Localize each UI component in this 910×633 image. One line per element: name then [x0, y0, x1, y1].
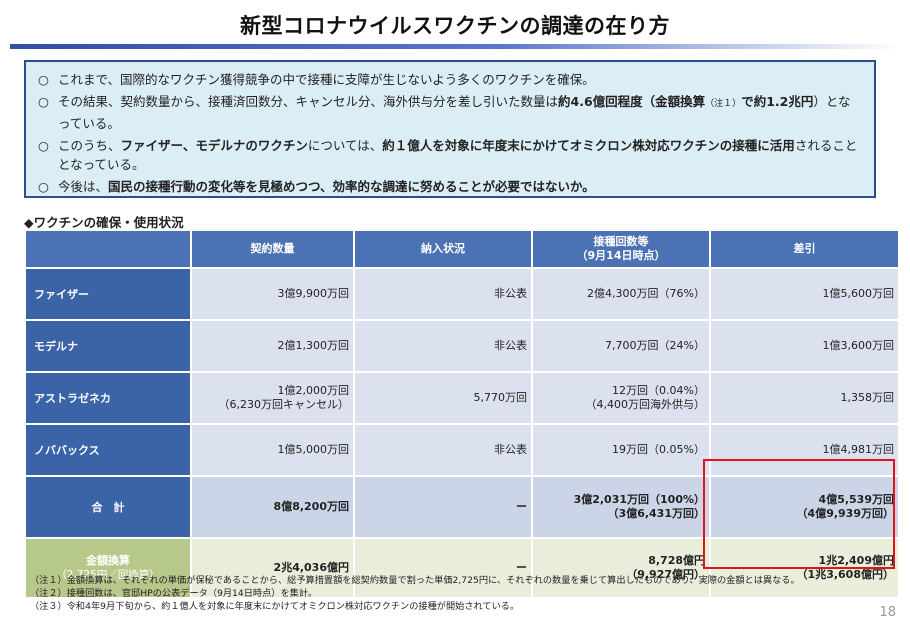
row-label-novavax: ノババックス [26, 425, 190, 475]
cell-delivery: 非公表 [355, 321, 531, 371]
vaccine-table: 契約数量 納入状況 接種回数等 （9月14日時点） 差引 ファイザー 3億9,90… [24, 229, 900, 599]
table-row: ノババックス 1億5,000万回 非公表 19万回（0.05%） 1億4,981… [26, 425, 898, 475]
cell-contract: 1億2,000万回 （6,230万回キャンセル） [192, 373, 353, 423]
page-number: 18 [879, 605, 896, 620]
cell-diff: 1億4,981万回 [711, 425, 898, 475]
row-label-astrazeneca: アストラゼネカ [26, 373, 190, 423]
cell-doses: 3億2,031万回（100%） （3億6,431万回） [533, 477, 709, 537]
cell-doses: 19万回（0.05%） [533, 425, 709, 475]
cell-delivery: 非公表 [355, 269, 531, 319]
cell-contract: 8億8,200万回 [192, 477, 353, 537]
table-corner [26, 231, 190, 267]
cell-delivery: 非公表 [355, 425, 531, 475]
page-title: 新型コロナウイルスワクチンの調達の在り方 [240, 14, 670, 38]
cell-contract: 1億5,000万回 [192, 425, 353, 475]
col-header-diff: 差引 [711, 231, 898, 267]
cell-diff: 1億5,600万回 [711, 269, 898, 319]
footnotes: （注１）金額換算は、それぞれの単価が保秘であることから、総予算措置額を総契約数量… [30, 574, 870, 613]
bullet-icon: ○ [38, 72, 49, 87]
footnote-3: （注３）令和4年9月下旬から、約１億人を対象に年度末にかけてオミクロン株対応ワク… [30, 601, 520, 612]
cell-diff: 1,358万回 [711, 373, 898, 423]
cell-contract: 2億1,300万回 [192, 321, 353, 371]
row-label-moderna: モデルナ [26, 321, 190, 371]
title-underline [10, 44, 900, 49]
cell-contract: 3億9,900万回 [192, 269, 353, 319]
cell-diff: 1億3,600万回 [711, 321, 898, 371]
cell-delivery: ー [355, 477, 531, 537]
table-header-row: 契約数量 納入状況 接種回数等 （9月14日時点） 差引 [26, 231, 898, 267]
cell-delivery: 5,770万回 [355, 373, 531, 423]
summary-item-4: ○ 今後は、国民の接種行動の変化等を見極めつつ、効率的な調達に努めることが必要で… [38, 179, 595, 194]
table-row: モデルナ 2億1,300万回 非公表 7,700万回（24%） 1億3,600万… [26, 321, 898, 371]
table-total-row: 合 計 8億8,200万回 ー 3億2,031万回（100%） （3億6,431万… [26, 477, 898, 537]
bullet-icon: ○ [38, 94, 49, 109]
summary-item-1: ○ これまで、国際的なワクチン獲得競争の中で接種に支障が生じないよう多くのワクチ… [38, 72, 595, 87]
summary-box: ○ これまで、国際的なワクチン獲得競争の中で接種に支障が生じないよう多くのワクチ… [24, 60, 876, 198]
col-header-doses: 接種回数等 （9月14日時点） [533, 231, 709, 267]
cell-doses: 2億4,300万回（76%） [533, 269, 709, 319]
bullet-icon: ○ [38, 179, 49, 194]
row-label-total: 合 計 [26, 477, 190, 537]
table-row: アストラゼネカ 1億2,000万回 （6,230万回キャンセル） 5,770万回 … [26, 373, 898, 423]
table-row: ファイザー 3億9,900万回 非公表 2億4,300万回（76%） 1億5,6… [26, 269, 898, 319]
footnote-1: （注１）金額換算は、それぞれの単価が保秘であることから、総予算措置額を総契約数量… [30, 575, 800, 586]
cell-diff: 4億5,539万回 （4億9,939万回） [711, 477, 898, 537]
cell-doses: 12万回（0.04%） （4,400万回海外供与） [533, 373, 709, 423]
summary-item-2: ○ その結果、契約数量から、接種済回数分、キャンセル分、海外供与分を差し引いた数… [38, 94, 851, 131]
col-header-contract: 契約数量 [192, 231, 353, 267]
bullet-icon: ○ [38, 138, 49, 153]
footnote-2: （注２）接種回数は、官邸HPの公表データ（9月14日時点）を集計。 [30, 588, 318, 599]
col-header-delivery: 納入状況 [355, 231, 531, 267]
row-label-pfizer: ファイザー [26, 269, 190, 319]
cell-doses: 7,700万回（24%） [533, 321, 709, 371]
summary-item-3: ○ このうち、ファイザー、モデルナのワクチンについては、約１億人を対象に年度末に… [38, 138, 858, 172]
